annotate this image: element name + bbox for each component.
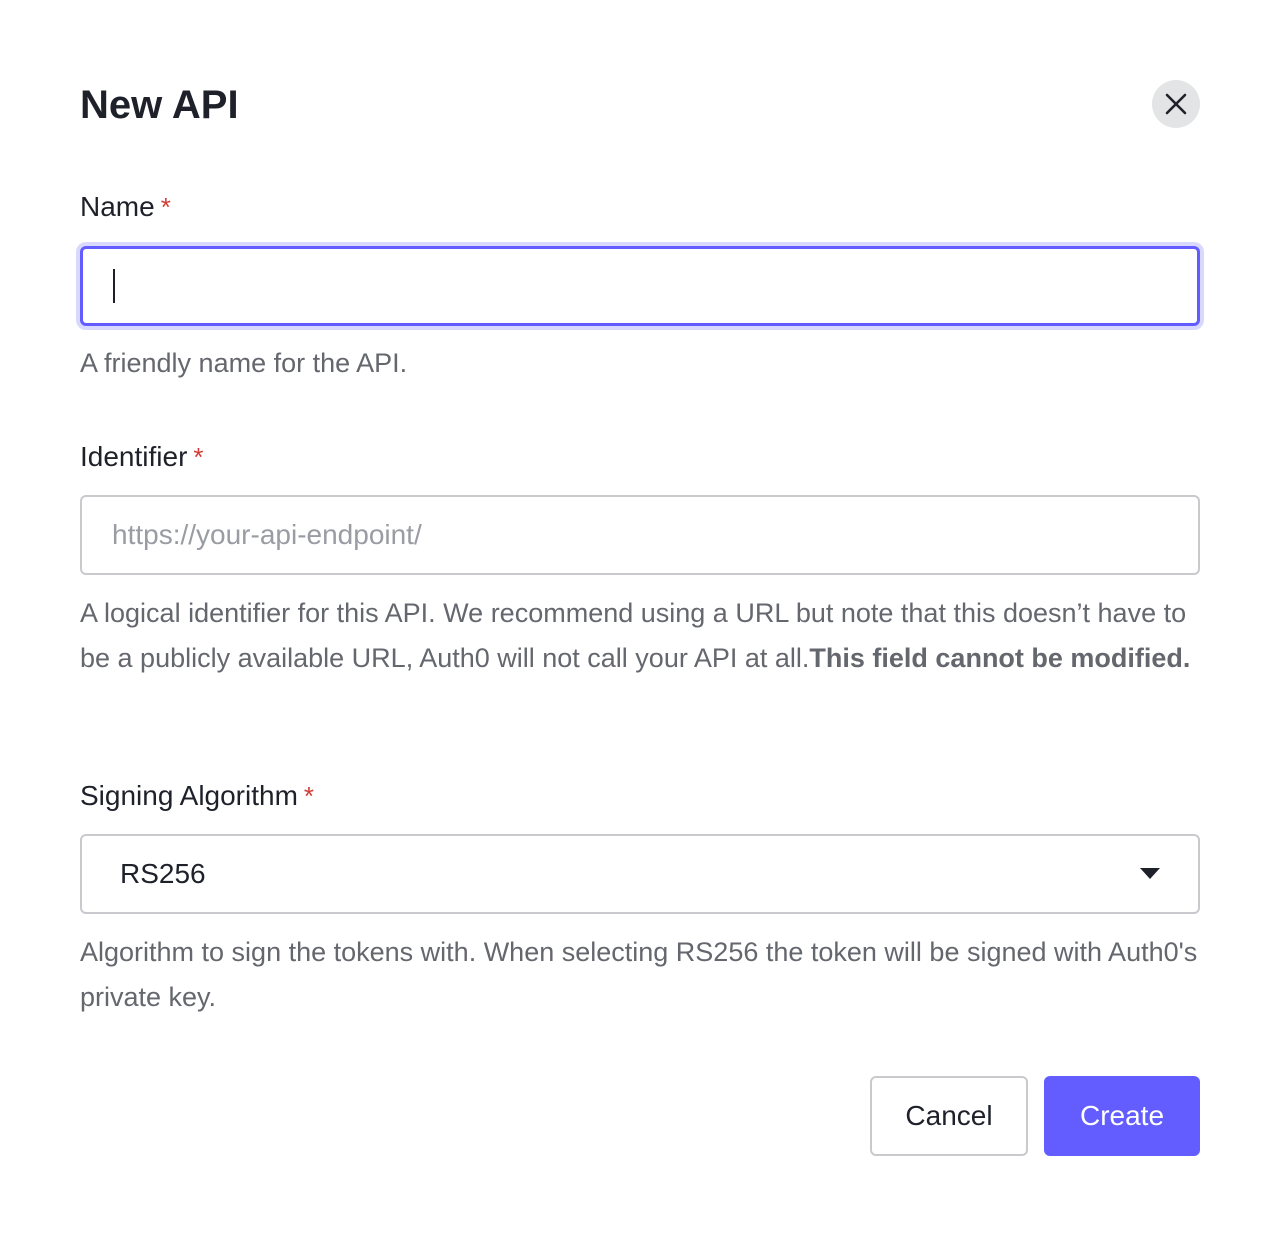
signing-algorithm-value: RS256: [120, 858, 206, 889]
identifier-label: Identifier *: [80, 440, 204, 474]
required-mark: *: [193, 442, 204, 472]
signing-algorithm-label: Signing Algorithm *: [80, 779, 314, 813]
create-button[interactable]: Create: [1044, 1076, 1200, 1156]
new-api-dialog: New API Name * A friendly name for the AP…: [0, 0, 1280, 1236]
dialog-title: New API: [80, 83, 239, 127]
identifier-help-bold: This field cannot be modified.: [809, 643, 1191, 673]
name-label-text: Name: [80, 191, 155, 222]
signing-algorithm-label-text: Signing Algorithm: [80, 780, 298, 811]
identifier-label-text: Identifier: [80, 441, 188, 472]
signing-algorithm-select[interactable]: RS256: [80, 834, 1200, 914]
required-mark: *: [160, 192, 171, 222]
identifier-placeholder: https://your-api-endpoint/: [112, 519, 422, 550]
identifier-input[interactable]: https://your-api-endpoint/: [80, 495, 1200, 575]
name-label: Name *: [80, 190, 171, 224]
close-icon: [1165, 93, 1187, 115]
text-caret: [113, 269, 115, 303]
close-button[interactable]: [1152, 80, 1200, 128]
signing-algorithm-help-text: Algorithm to sign the tokens with. When …: [80, 937, 1198, 1012]
name-help-text: A friendly name for the API.: [80, 348, 408, 378]
caret-down-icon: [1140, 868, 1160, 879]
cancel-button[interactable]: Cancel: [870, 1076, 1028, 1156]
name-input[interactable]: [80, 246, 1200, 326]
required-mark: *: [303, 781, 315, 811]
identifier-help-text: A logical identifier for this API. We re…: [80, 591, 1200, 681]
